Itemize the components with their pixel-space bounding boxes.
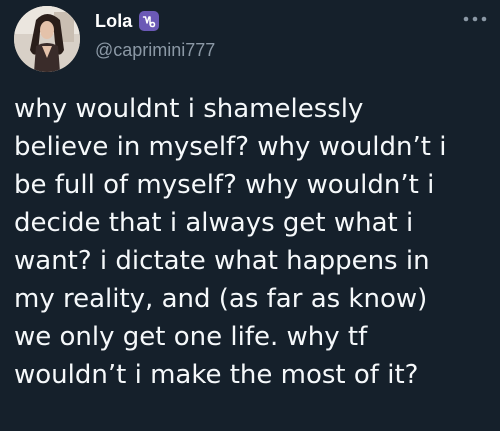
capricorn-zodiac-icon bbox=[139, 11, 160, 31]
display-name[interactable]: Lola bbox=[95, 11, 132, 32]
tweet-text-line: we only get one life. why tf bbox=[14, 322, 368, 352]
avatar[interactable] bbox=[14, 6, 80, 72]
tweet-text-line: believe in myself? why wouldn’t i bbox=[14, 132, 447, 162]
tweet-text-line: decide that i always get what i bbox=[14, 208, 414, 238]
more-options-button[interactable] bbox=[458, 8, 492, 30]
author-name-row: Lola bbox=[95, 9, 160, 33]
tweet-text-line: want? i dictate what happens in bbox=[14, 246, 430, 276]
author-handle[interactable]: @caprimini777 bbox=[95, 40, 215, 61]
tweet-text-line: why wouldnt i shamelessly bbox=[14, 94, 364, 124]
more-horizontal-icon bbox=[463, 16, 487, 22]
tweet-card: Lola @caprimini777 why wouldnt i shamele… bbox=[0, 0, 500, 431]
tweet-text-line: be full of myself? why wouldn’t i bbox=[14, 170, 435, 200]
tweet-text-line: wouldn’t i make the most of it? bbox=[14, 360, 419, 390]
tweet-text: why wouldnt i shamelessly believe in mys… bbox=[14, 90, 494, 394]
tweet-text-line: my reality, and (as far as know) bbox=[14, 284, 428, 314]
avatar-image bbox=[14, 6, 80, 72]
